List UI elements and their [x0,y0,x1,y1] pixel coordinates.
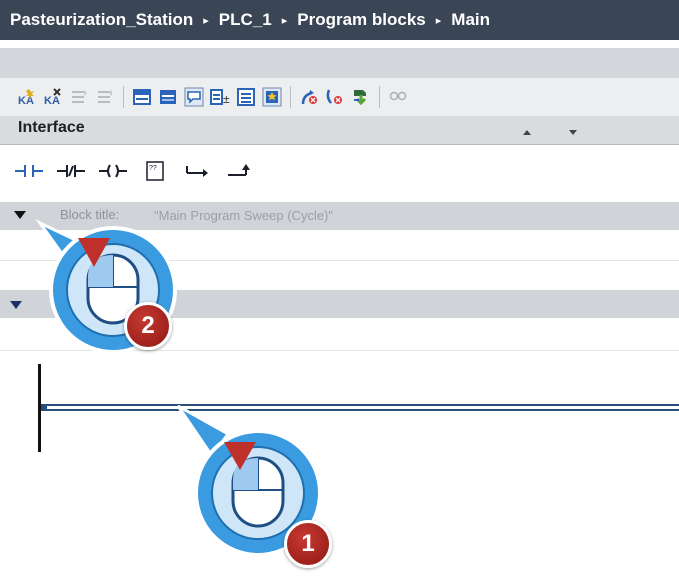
breadcrumb: Pasteurization_Station ▸ PLC_1 ▸ Program… [0,0,679,40]
svg-text:KA: KA [44,95,60,107]
open-branch-icon[interactable] [182,156,212,186]
insert-row-icon[interactable]: KA [16,86,38,108]
network-expand-icon[interactable] [157,86,179,108]
mouse-click-callout-2 [35,219,177,354]
svg-text:±: ± [223,92,230,106]
step-badge-1: 1 [284,520,332,568]
editor-toolbar: KA KA ± [0,78,679,116]
collapse-up-icon[interactable] [523,130,531,135]
close-branch-icon[interactable] [224,156,254,186]
breadcrumb-item-plc[interactable]: PLC_1 [219,10,272,30]
lad-elements-toolbar: ?? [0,145,679,197]
ladder-rung[interactable] [41,404,679,411]
step-badge-2: 2 [124,302,172,350]
interface-panel-header[interactable]: Interface [0,116,679,145]
toolbar-separator [290,86,291,108]
empty-box-text: ?? [149,165,157,172]
glasses-icon[interactable] [387,86,409,108]
coil-icon[interactable] [98,156,128,186]
expand-down-icon[interactable] [569,130,577,135]
breadcrumb-item-project[interactable]: Pasteurization_Station [10,10,193,30]
breadcrumb-separator-icon: ▸ [203,14,209,27]
delete-row-icon[interactable]: KA [42,86,64,108]
toolbar-separator [123,86,124,108]
interface-label: Interface [18,119,85,136]
breadcrumb-separator-icon: ▸ [281,14,288,27]
network-collapse-icon[interactable] [131,86,153,108]
comment-icon[interactable] [183,86,205,108]
normally-closed-contact-icon[interactable] [56,156,86,186]
normally-open-contact-icon[interactable] [14,156,44,186]
indent-icon[interactable] [68,86,90,108]
monitor-off-icon[interactable] [324,86,346,108]
toolbar-separator [379,86,380,108]
secondary-bar [0,48,679,78]
download-icon[interactable] [350,86,372,108]
favorites-icon[interactable] [261,86,283,108]
breadcrumb-separator-icon: ▸ [435,14,442,27]
expand-all-icon[interactable] [235,86,257,108]
header-divider [0,40,679,48]
rung-connection [41,406,47,409]
outdent-icon[interactable] [94,86,116,108]
absolute-operands-icon[interactable]: ± [209,86,231,108]
go-to-error-icon[interactable] [298,86,320,108]
empty-box-icon[interactable]: ?? [140,156,170,186]
breadcrumb-item-main[interactable]: Main [451,10,490,30]
breadcrumb-item-program-blocks[interactable]: Program blocks [297,10,426,30]
svg-text:KA: KA [18,95,34,107]
